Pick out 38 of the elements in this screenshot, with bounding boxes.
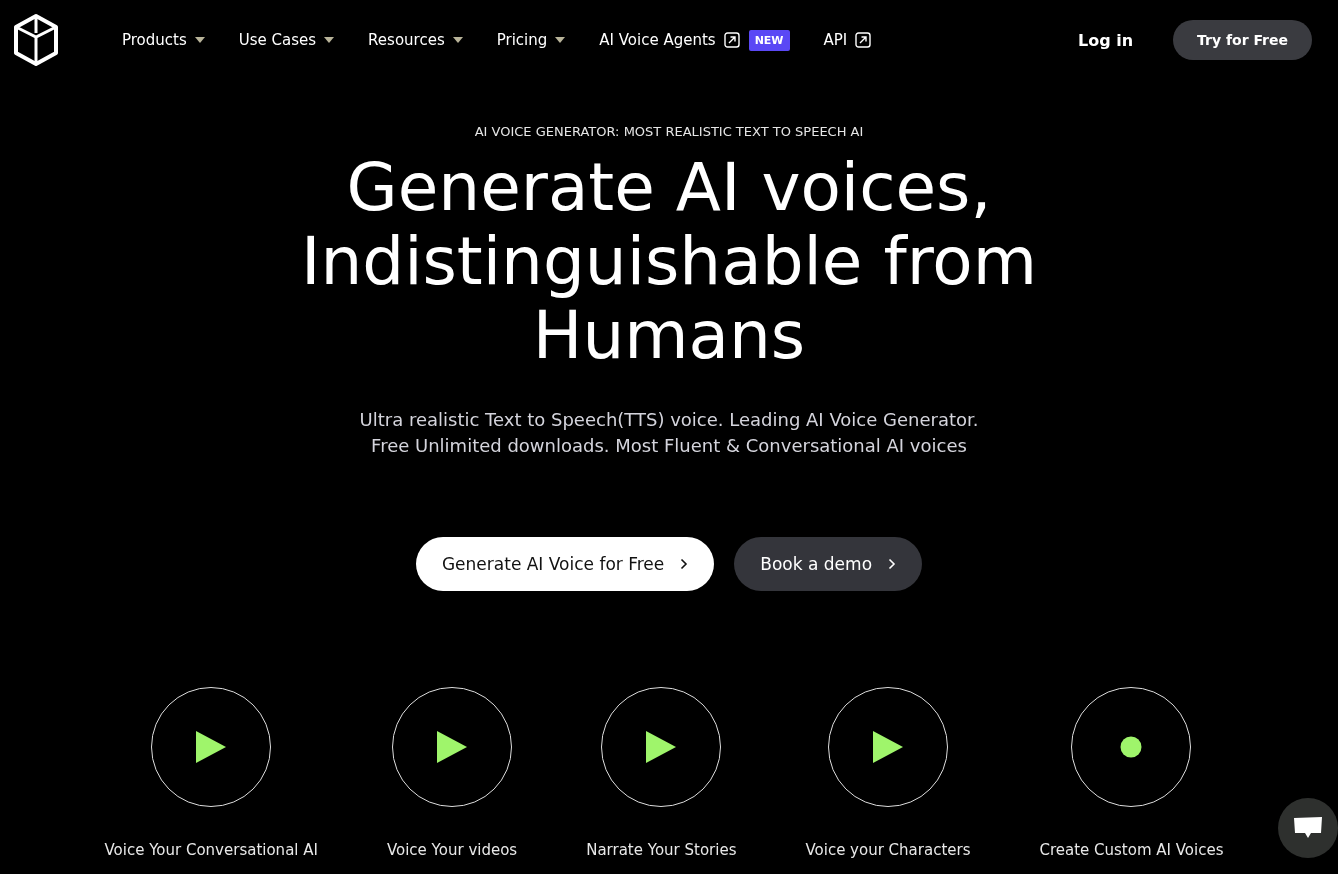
nav-link[interactable]: Products — [122, 31, 187, 49]
headline-line: Indistinguishable from — [300, 225, 1038, 299]
generate-voice-button[interactable]: Generate AI Voice for Free — [415, 537, 715, 591]
record-dot-icon — [1120, 736, 1143, 758]
feature-label: Create Custom AI Voices — [1039, 841, 1224, 859]
play-icon — [437, 731, 468, 763]
cube-logo-icon[interactable] — [12, 13, 60, 67]
feature-label: Voice Your videos — [386, 841, 518, 859]
headline-line: Humans — [532, 299, 806, 373]
external-link-icon — [723, 32, 740, 48]
eyebrow-text: AI VOICE GENERATOR: MOST REALISTIC TEXT TO SPEECH AI — [474, 124, 864, 139]
login-link[interactable]: Log in — [1077, 30, 1134, 50]
nav-link[interactable]: Pricing — [496, 31, 548, 49]
headline-line: Generate AI voices, — [346, 151, 992, 225]
chevron-right-icon — [888, 558, 897, 570]
feature-label: Voice Your Conversational AI — [104, 841, 318, 859]
play-icon — [872, 731, 903, 763]
caret-icon — [452, 37, 463, 43]
try-free-button[interactable]: Try for Free — [1173, 20, 1312, 60]
feature-label: Voice your Characters — [805, 841, 971, 859]
chevron-right-icon — [680, 558, 689, 570]
subtitle-line: Ultra realistic Text to Speech(TTS) voice. Leading AI Voice Generator. — [359, 408, 979, 432]
chat-button[interactable] — [1278, 798, 1338, 858]
feature-label: Narrate Your Stories — [586, 841, 737, 859]
play-icon — [196, 731, 227, 763]
caret-icon — [555, 37, 566, 43]
book-demo-button[interactable]: Book a demo — [734, 537, 923, 591]
chat-bubble-icon — [1293, 816, 1323, 840]
nav-link[interactable]: Use Cases — [238, 31, 317, 49]
subtitle-line: Free Unlimited downloads. Most Fluent & Conversational AI voices — [371, 434, 967, 458]
nav-link[interactable]: Resources — [368, 31, 445, 49]
caret-icon — [324, 37, 335, 43]
caret-icon — [194, 37, 205, 43]
nav-link[interactable]: API — [823, 31, 848, 49]
play-icon — [646, 731, 677, 763]
external-link-icon — [855, 32, 872, 48]
nav-link[interactable]: AI Voice Agents — [599, 31, 716, 49]
new-badge: NEW — [748, 29, 790, 51]
